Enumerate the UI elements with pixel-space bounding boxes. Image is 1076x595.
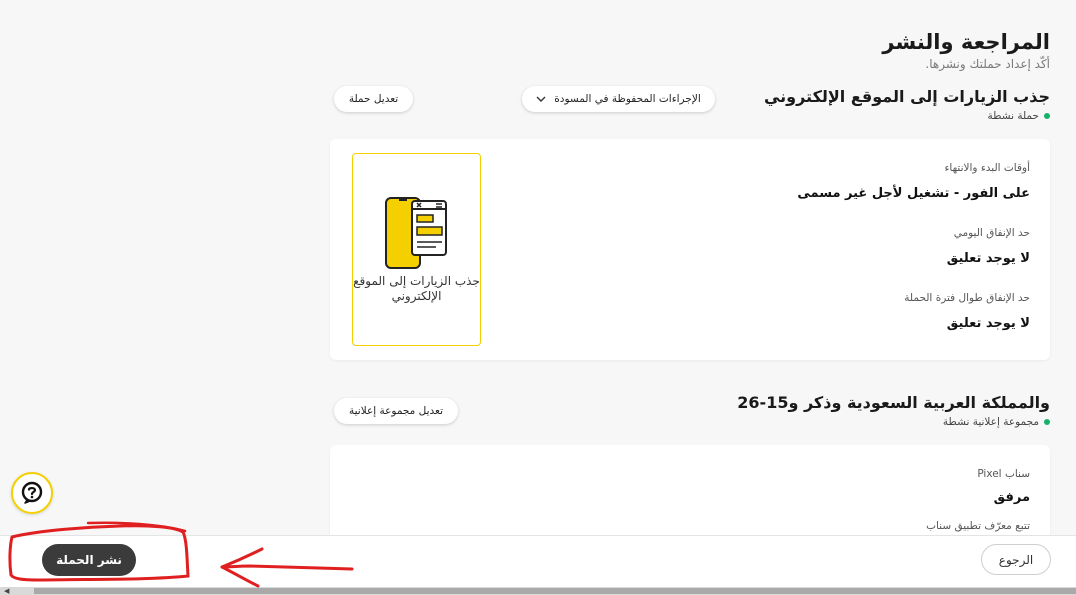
status-dot-icon [1044, 419, 1050, 425]
page-header: المراجعة والنشر أكّد إعداد حملتك ونشرها. [882, 28, 1050, 71]
campaign-status-text: حملة نشطة [987, 110, 1039, 122]
daily-spend-cap-field: حد الإنفاق اليومي لا يوجد تعليق [947, 226, 1030, 268]
scrollbar-thumb[interactable] [34, 588, 1076, 594]
snap-app-id-tracking-field: تتبع معرّف تطبيق سناب [926, 519, 1030, 533]
ad-group-status-badge: مجموعة إعلانية نشطة [943, 416, 1050, 428]
start-end-times-field: أوقات البدء والانتهاء على الفور - تشغيل … [797, 161, 1030, 203]
edit-campaign-button[interactable]: تعديل حملة [334, 86, 413, 112]
back-button[interactable]: الرجوع [981, 544, 1051, 575]
website-traffic-phone-icon [385, 197, 447, 269]
lifetime-spend-cap-field: حد الإنفاق طوال فترة الحملة لا يوجد تعلي… [904, 291, 1030, 333]
ad-group-status-text: مجموعة إعلانية نشطة [942, 416, 1039, 428]
saved-actions-label: الإجراءات المحفوظة في المسودة [554, 93, 701, 105]
page-title: المراجعة والنشر [882, 30, 1050, 54]
campaign-summary-card: أوقات البدء والانتهاء على الفور - تشغيل … [330, 139, 1050, 360]
saved-actions-dropdown[interactable]: الإجراءات المحفوظة في المسودة [522, 86, 715, 112]
field-label: أوقات البدء والانتهاء [944, 162, 1030, 174]
field-value: لا يوجد تعليق [946, 251, 1030, 266]
campaign-section-header: جذب الزيارات إلى الموقع الإلكتروني حملة … [330, 86, 1050, 130]
edit-ad-group-button[interactable]: تعديل مجموعة إعلانية [334, 398, 458, 424]
ad-group-title: والمملكة العربية السعودية وذكر و15-26 [737, 393, 1050, 412]
campaign-objective-preview: جذب الزيارات إلى الموقع الإلكتروني [352, 153, 481, 346]
campaign-status-badge: حملة نشطة [987, 110, 1050, 122]
ad-group-section-header: والمملكة العربية السعودية وذكر و15-26 مج… [330, 392, 1050, 436]
chevron-down-icon [536, 96, 546, 102]
publish-campaign-button[interactable]: نشر الحملة [42, 544, 136, 576]
preview-caption: جذب الزيارات إلى الموقع الإلكتروني [353, 274, 480, 303]
field-value: لا يوجد تعليق [946, 316, 1030, 331]
annotation-circle-tail [86, 521, 187, 533]
field-value: على الفور - تشغيل لأجل غير مسمى [797, 186, 1030, 201]
campaign-title: جذب الزيارات إلى الموقع الإلكتروني [763, 87, 1050, 106]
field-value: مرفق [993, 490, 1030, 505]
snap-pixel-field: سناب Pixel مرفق [977, 467, 1030, 507]
field-label: حد الإنفاق طوال فترة الحملة [904, 292, 1030, 304]
help-question-icon [21, 481, 43, 504]
review-publish-page: المراجعة والنشر أكّد إعداد حملتك ونشرها.… [0, 0, 1076, 595]
status-dot-icon [1044, 113, 1050, 119]
field-label: سناب Pixel [977, 468, 1030, 480]
help-button[interactable] [11, 472, 53, 514]
field-label: حد الإنفاق اليومي [953, 227, 1030, 239]
field-label: تتبع معرّف تطبيق سناب [926, 520, 1030, 532]
page-subtitle: أكّد إعداد حملتك ونشرها. [925, 57, 1050, 71]
footer-bar [0, 535, 1076, 588]
horizontal-scrollbar[interactable]: ◀ [0, 587, 1076, 595]
scroll-left-arrow-icon[interactable]: ◀ [4, 587, 9, 595]
ad-group-summary-card: سناب Pixel مرفق تتبع معرّف تطبيق سناب [330, 445, 1050, 540]
